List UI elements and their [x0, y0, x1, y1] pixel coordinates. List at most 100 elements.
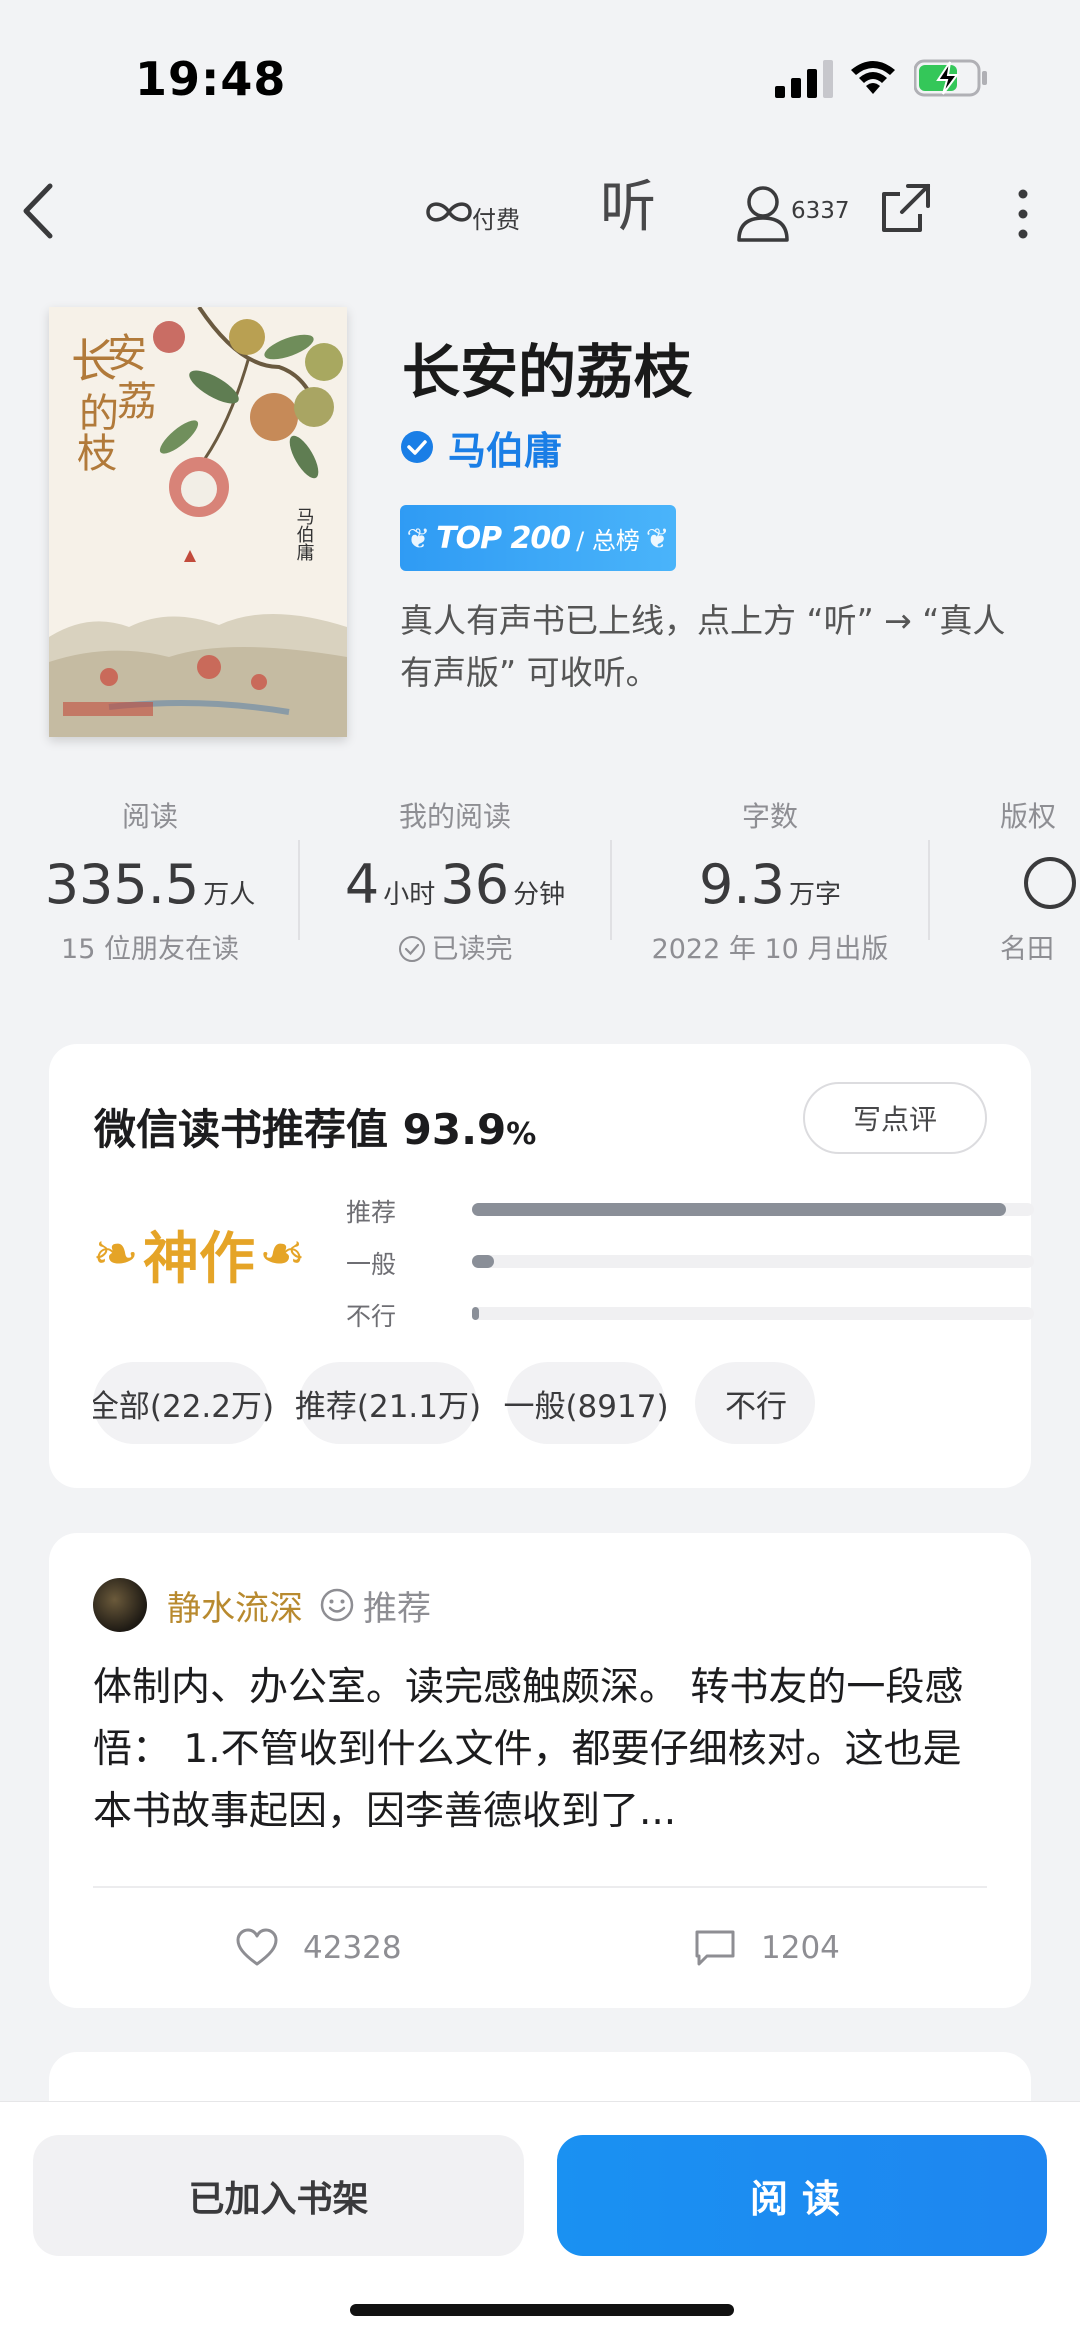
smile-icon	[320, 1588, 354, 1622]
stat-words-value-row: 9.3 万字	[640, 853, 900, 916]
stat-rights[interactable]: 版权 名田	[1000, 795, 1080, 966]
stat-reads[interactable]: 阅读 335.5 万人 15 位朋友在读	[30, 795, 270, 966]
author-link[interactable]: 马伯庸	[400, 422, 563, 473]
comment-count: 1204	[761, 1930, 840, 1966]
laurel-left-icon: ❦	[406, 521, 431, 555]
laurel-right-icon: ❦	[645, 521, 670, 555]
stat-rights-sub: 名田	[1000, 934, 1054, 965]
read-button[interactable]: 阅读	[557, 2135, 1047, 2256]
cover-title-2: 安	[107, 331, 147, 377]
divider	[928, 840, 930, 940]
stat-my-reading-value-row: 4 小时 36 分钟	[320, 853, 590, 916]
stats-row: 阅读 335.5 万人 15 位朋友在读 我的阅读 4 小时 36 分钟 已读完 字数…	[0, 795, 1080, 985]
cover-title-5: 枝	[77, 431, 117, 477]
home-indicator[interactable]	[350, 2304, 734, 2316]
laurel-right-icon: ❧	[259, 1221, 306, 1287]
paid-label: 付费	[472, 206, 520, 234]
paid-button[interactable]: 付费	[420, 180, 530, 240]
rating-bar-fill	[472, 1255, 495, 1268]
comment-icon	[695, 1930, 735, 1966]
rating-bar-row: 推荐	[346, 1189, 1034, 1241]
back-icon[interactable]	[18, 180, 58, 242]
rating-bars: 推荐 一般 不行	[346, 1189, 1034, 1345]
stat-words-label: 字数	[741, 800, 798, 833]
filter-chip[interactable]: 不行	[695, 1362, 815, 1444]
avatar[interactable]	[93, 1578, 147, 1632]
heart-icon	[236, 1928, 278, 1966]
rating-bar-label: 不行	[346, 1302, 397, 1331]
reader-count: 6337	[791, 198, 850, 224]
stat-my-reading-sub: 已读完	[320, 927, 590, 966]
stat-my-reading-label: 我的阅读	[398, 800, 511, 833]
stat-reads-value: 335.5	[44, 853, 200, 916]
like-count: 42328	[303, 1930, 402, 1966]
finished-label: 已读完	[431, 934, 513, 965]
book-title: 长安的荔枝	[402, 338, 693, 406]
rating-percent-sign: %	[506, 1117, 537, 1152]
filter-chip[interactable]: 全部(22.2万)	[93, 1362, 274, 1444]
stat-minutes-unit: 分钟	[513, 880, 566, 910]
stat-words-sub: 2022 年 10 月出版	[651, 934, 889, 965]
rating-bar-row: 一般	[346, 1241, 1034, 1293]
rating-title: 微信读书推荐值 93.9%	[94, 1096, 536, 1157]
divider	[93, 1886, 987, 1888]
rating-bar-label: 推荐	[346, 1198, 397, 1227]
status-bar: 19:48	[0, 0, 1080, 150]
readers-button[interactable]: 6337	[735, 180, 855, 246]
rank-badge[interactable]: ❦ TOP 200 / 总榜 ❦	[400, 505, 676, 571]
laurel-left-icon: ❧	[92, 1221, 139, 1287]
stat-reads-unit: 万人	[203, 880, 256, 910]
stat-hours-unit: 小时	[383, 880, 436, 910]
masterpiece-badge: ❧ 神作 ❧	[89, 1204, 309, 1304]
cover-author: 马伯庸	[294, 507, 315, 561]
like-button[interactable]: 42328	[235, 1923, 402, 1973]
rating-bar-row: 不行	[346, 1293, 1034, 1345]
review-body: 体制内、办公室。读完感触颇深。 转书友的一段感悟： 1.不管收到什么文件，都要仔…	[93, 1665, 964, 1834]
book-cover[interactable]: 长 安 的 荔 枝 马伯庸	[49, 307, 347, 737]
cover-title-4: 荔	[117, 379, 157, 425]
author-name: 马伯庸	[448, 427, 563, 473]
stat-reads-value-row: 335.5 万人	[30, 853, 270, 916]
write-review-button[interactable]: 写点评	[803, 1082, 987, 1154]
stat-words-unit: 万字	[788, 880, 841, 910]
filter-chip[interactable]: 一般(8917)	[503, 1362, 669, 1444]
stat-my-reading[interactable]: 我的阅读 4 小时 36 分钟 已读完	[320, 795, 590, 966]
rating-bar-label: 一般	[346, 1250, 397, 1279]
rating-card: 微信读书推荐值 93.9% 写点评 ❧ 神作 ❧ 推荐一般不行 全部(22.2万…	[49, 1044, 1034, 1488]
verified-icon	[401, 431, 433, 463]
stat-hours: 4	[344, 853, 380, 916]
top-nav: 付费 听 6337	[0, 160, 1080, 260]
more-icon[interactable]	[1008, 186, 1038, 242]
cover-artwork: 长 安 的 荔 枝 马伯庸	[49, 307, 347, 737]
stat-words[interactable]: 字数 9.3 万字 2022 年 10 月出版	[640, 795, 900, 966]
rank-main: TOP 200	[436, 520, 571, 556]
masterpiece-text: 神作	[143, 1225, 255, 1292]
battery-charging-icon	[914, 59, 987, 97]
review-tag: 推荐	[363, 1588, 431, 1629]
rating-bar-fill	[472, 1203, 1006, 1216]
stat-words-value: 9.3	[699, 853, 785, 916]
copyright-icon	[1024, 857, 1076, 909]
person-icon	[737, 186, 789, 242]
divider	[610, 840, 612, 940]
filter-chip[interactable]: 推荐(21.1万)	[295, 1362, 481, 1444]
infinity-icon	[426, 202, 472, 222]
share-icon[interactable]	[878, 180, 934, 236]
rating-bar-track	[472, 1255, 1034, 1268]
review-username[interactable]: 静水流深	[167, 1581, 303, 1630]
stat-rights-label: 版权	[1000, 800, 1057, 833]
rank-sub: / 总榜	[576, 526, 640, 555]
added-to-shelf-button[interactable]: 已加入书架	[33, 2135, 524, 2256]
comment-button[interactable]: 1204	[693, 1923, 840, 1973]
rating-title-text: 微信读书推荐值 93.9	[94, 1105, 507, 1154]
cellular-signal-icon	[775, 60, 833, 98]
review-card[interactable]: 静水流深 推荐 体制内、办公室。读完感触颇深。 转书友的一段感悟： 1.不管收到…	[49, 1533, 1031, 2008]
listen-button[interactable]: 听	[600, 178, 656, 238]
divider	[298, 840, 300, 940]
check-circle-icon	[398, 936, 425, 962]
stat-rights-icon-row	[1000, 853, 1080, 913]
stat-reads-sub: 15 位朋友在读	[61, 934, 239, 965]
stat-minutes: 36	[440, 853, 510, 916]
status-time: 19:48	[135, 52, 287, 106]
stat-reads-label: 阅读	[121, 800, 178, 833]
